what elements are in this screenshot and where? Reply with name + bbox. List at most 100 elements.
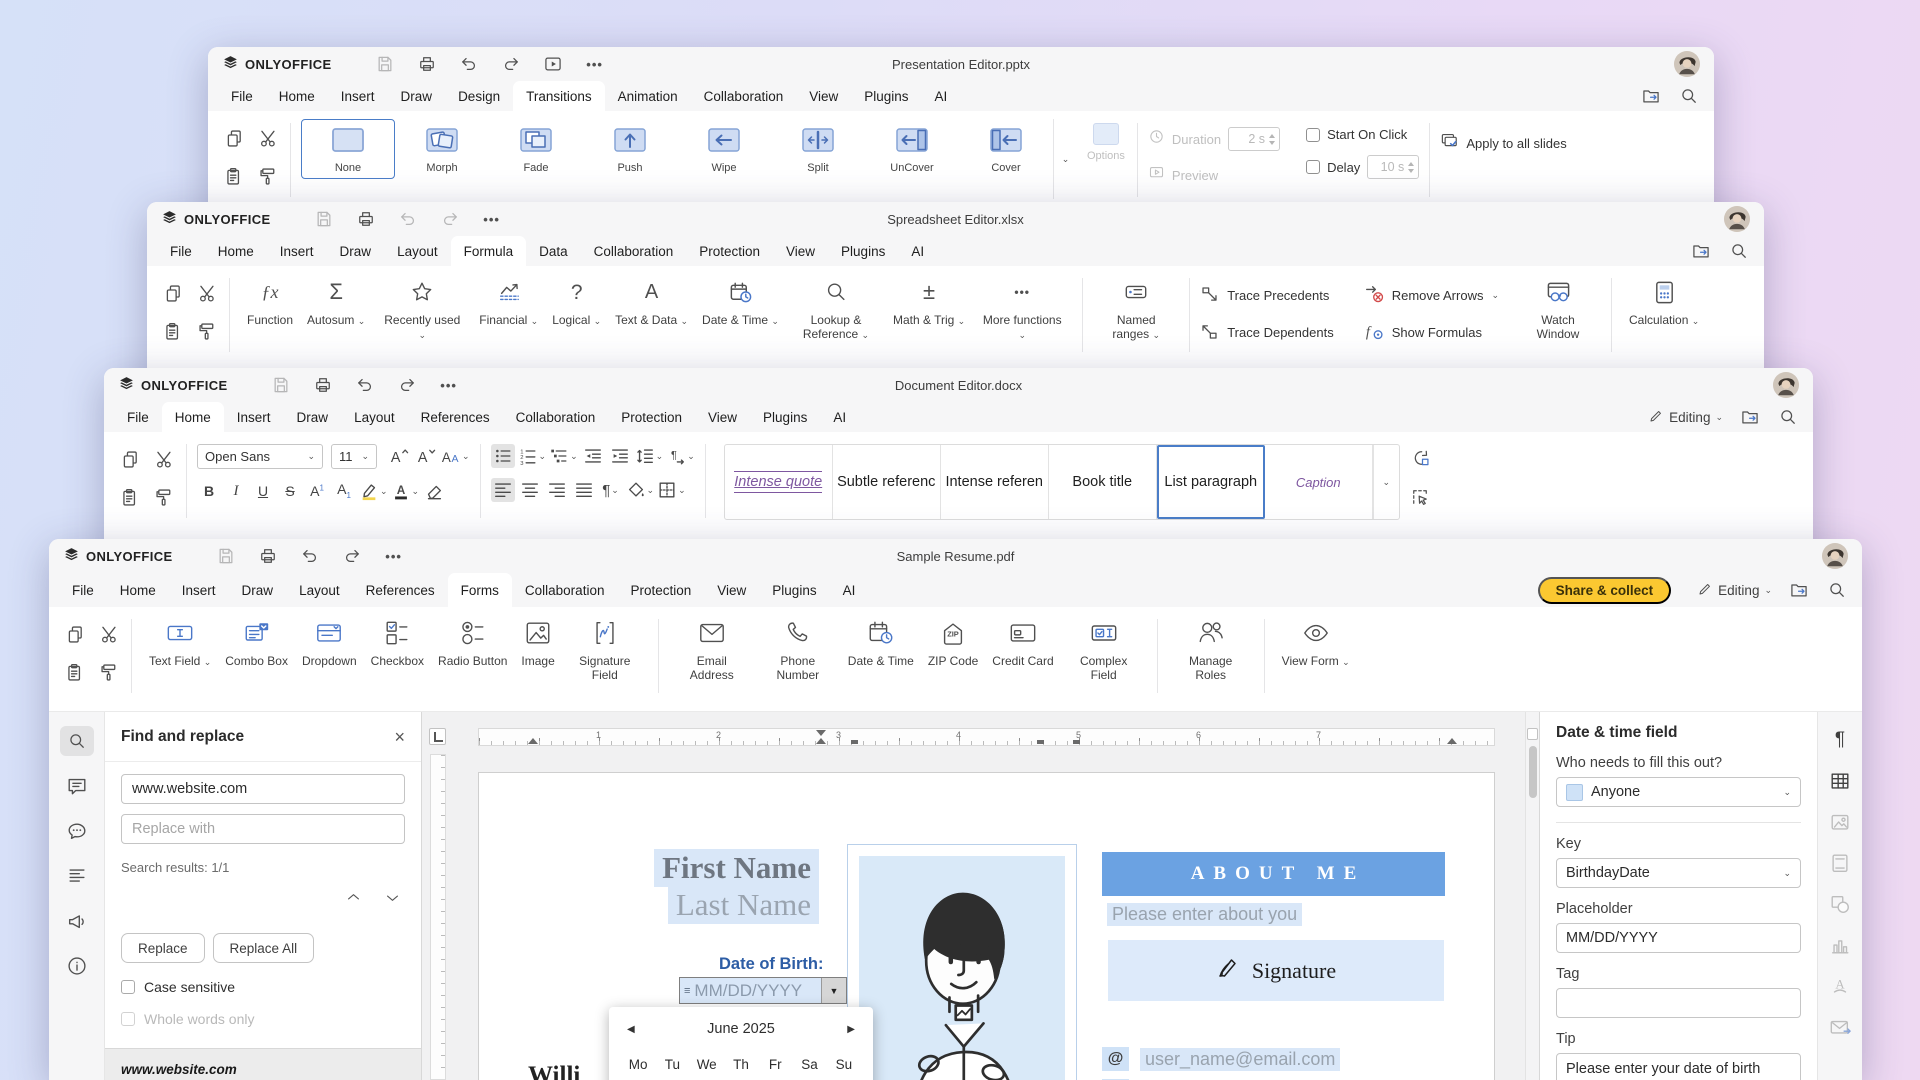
- manage-roles-button[interactable]: Manage Roles: [1168, 615, 1254, 684]
- signature-field[interactable]: Signature: [1108, 940, 1444, 1001]
- italic-button[interactable]: I: [224, 479, 248, 503]
- redo-icon[interactable]: [396, 374, 418, 396]
- print-icon[interactable]: [416, 53, 438, 75]
- paragraph-settings-icon[interactable]: ¶: [1827, 728, 1853, 752]
- comments-icon[interactable]: [60, 771, 94, 801]
- tab-plugins[interactable]: Plugins: [828, 236, 898, 266]
- tab-references[interactable]: References: [353, 573, 448, 607]
- image-settings-icon[interactable]: [1827, 810, 1853, 834]
- start-slideshow-icon[interactable]: [542, 53, 564, 75]
- copy-icon[interactable]: [161, 280, 185, 306]
- date-dropdown-button[interactable]: ▼: [821, 978, 846, 1003]
- tab-ai[interactable]: AI: [898, 236, 937, 266]
- align-left-button[interactable]: [491, 478, 515, 502]
- find-input[interactable]: [121, 774, 405, 804]
- spinner-arrows[interactable]: [1408, 162, 1414, 173]
- credit-card-button[interactable]: Credit Card: [985, 615, 1060, 670]
- format-painter-icon[interactable]: [256, 163, 280, 189]
- save-icon[interactable]: [215, 545, 237, 567]
- align-justify-button[interactable]: [572, 478, 596, 502]
- signature-field-button[interactable]: Signature Field: [562, 615, 648, 684]
- vertical-ruler[interactable]: [430, 754, 446, 1080]
- share-and-collect-button[interactable]: Share & collect: [1538, 577, 1672, 604]
- scrollbar-thumb[interactable]: [1529, 746, 1537, 798]
- avatar[interactable]: [1773, 372, 1799, 398]
- date-time-button[interactable]: Date & Time ⌄: [695, 274, 786, 329]
- tab-insert[interactable]: Insert: [267, 236, 327, 266]
- cut-icon[interactable]: [195, 280, 219, 306]
- case-sensitive-checkbox[interactable]: Case sensitive: [121, 979, 405, 995]
- cut-icon[interactable]: [97, 621, 121, 647]
- underline-button[interactable]: U: [251, 479, 275, 503]
- more-functions-button[interactable]: •••More functions ⌄: [972, 274, 1072, 343]
- tab-animation[interactable]: Animation: [605, 81, 691, 111]
- print-icon[interactable]: [257, 545, 279, 567]
- transitions-gallery-expand[interactable]: ⌄: [1053, 119, 1077, 199]
- undo-icon[interactable]: [458, 53, 480, 75]
- text-data-button[interactable]: AText & Data ⌄: [608, 274, 695, 329]
- copy-icon[interactable]: [118, 446, 142, 472]
- bullets-button[interactable]: [491, 444, 515, 468]
- paste-icon[interactable]: [222, 163, 246, 189]
- avatar[interactable]: [1674, 51, 1700, 77]
- transition-push[interactable]: Push: [583, 119, 677, 179]
- previous-month-icon[interactable]: ◀: [627, 1024, 635, 1035]
- nonprinting-button[interactable]: ¶⌄: [599, 478, 623, 502]
- scrollbar-button[interactable]: [1527, 728, 1538, 740]
- strikeout-button[interactable]: S: [278, 479, 302, 503]
- undo-icon[interactable]: [354, 374, 376, 396]
- placeholder-input[interactable]: [1556, 923, 1801, 953]
- dec-indent-button[interactable]: [581, 444, 605, 468]
- tab-plugins[interactable]: Plugins: [759, 573, 829, 607]
- tab-view[interactable]: View: [695, 402, 750, 432]
- undo-icon[interactable]: [299, 545, 321, 567]
- font-size-select[interactable]: 11 ⌄: [331, 444, 377, 469]
- style-book-title[interactable]: Book title: [1049, 445, 1157, 519]
- paste-icon[interactable]: [63, 659, 87, 685]
- tab-collaboration[interactable]: Collaboration: [691, 81, 797, 111]
- tab-transitions[interactable]: Transitions: [513, 81, 605, 111]
- math-trig-button[interactable]: ±Math & Trig ⌄: [886, 274, 972, 329]
- tab-protection[interactable]: Protection: [617, 573, 704, 607]
- align-right-button[interactable]: [545, 478, 569, 502]
- apply-to-all-slides-button[interactable]: Apply to all slides: [1440, 131, 1566, 155]
- tab-plugins[interactable]: Plugins: [851, 81, 921, 111]
- transition-split[interactable]: Split: [771, 119, 865, 179]
- logical-button[interactable]: ?Logical ⌄: [545, 274, 608, 329]
- inc-indent-button[interactable]: [608, 444, 632, 468]
- redo-icon[interactable]: [341, 545, 363, 567]
- change-case-button[interactable]: AA⌄: [440, 445, 470, 469]
- text-art-settings-icon[interactable]: A: [1827, 974, 1853, 998]
- last-name-field[interactable]: Last Name: [668, 886, 819, 924]
- about-me-field[interactable]: Please enter about you: [1107, 903, 1302, 926]
- show-formulas-button[interactable]: f Show Formulas: [1364, 321, 1499, 344]
- editing-mode-dropdown[interactable]: Editing ⌄: [1648, 408, 1723, 427]
- replace-all-button[interactable]: Replace All: [213, 933, 315, 963]
- email-address-button[interactable]: Email Address: [669, 615, 755, 684]
- tab-draw[interactable]: Draw: [327, 236, 385, 266]
- font-name-select[interactable]: Open Sans ⌄: [197, 444, 323, 469]
- tab-plugins[interactable]: Plugins: [750, 402, 820, 432]
- tab-home[interactable]: Home: [107, 573, 169, 607]
- more-icon[interactable]: •••: [481, 208, 503, 230]
- font-color-button[interactable]: A⌄: [391, 479, 420, 503]
- open-file-location-icon[interactable]: [1640, 85, 1662, 107]
- select-tool-icon[interactable]: [1410, 487, 1430, 512]
- function-button[interactable]: ƒxFunction: [240, 274, 300, 329]
- tab-stop-selector[interactable]: [429, 728, 446, 745]
- first-line-indent-marker[interactable]: [816, 730, 826, 736]
- calculation-button[interactable]: Calculation ⌄: [1622, 274, 1706, 329]
- date-time-button[interactable]: Date & Time: [841, 615, 921, 670]
- line-spacing-button[interactable]: ⌄: [635, 444, 664, 468]
- style-list-paragraph[interactable]: List paragraph: [1157, 445, 1265, 519]
- align-center-button[interactable]: [518, 478, 542, 502]
- image-button[interactable]: Image: [514, 615, 561, 670]
- complex-field-button[interactable]: Complex Field: [1061, 615, 1147, 684]
- tab-home[interactable]: Home: [266, 81, 328, 111]
- paste-icon[interactable]: [161, 318, 185, 344]
- print-icon[interactable]: [355, 208, 377, 230]
- save-icon[interactable]: [270, 374, 292, 396]
- remove-arrows-button[interactable]: Remove Arrows ⌄: [1364, 284, 1499, 307]
- about-icon[interactable]: [60, 951, 94, 981]
- cut-icon[interactable]: [256, 125, 280, 151]
